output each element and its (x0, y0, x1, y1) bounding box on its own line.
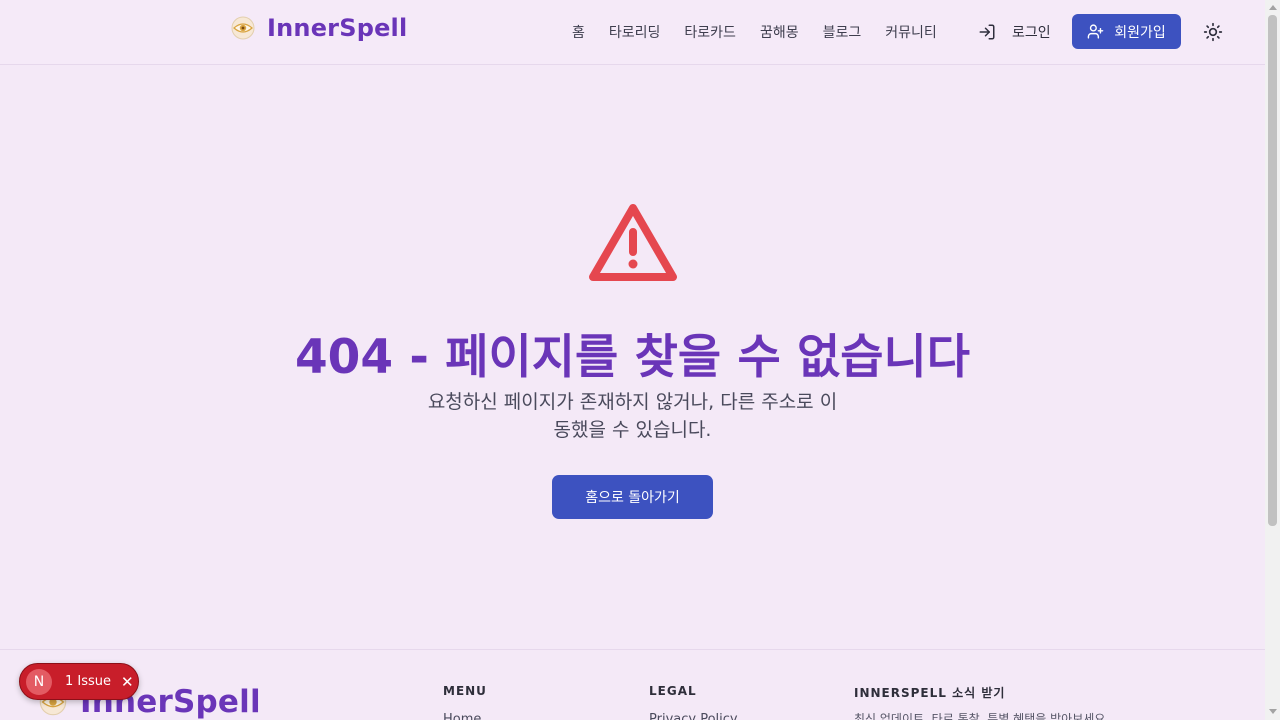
error-description: 요청하신 페이지가 존재하지 않거나, 다른 주소로 이 동했을 수 있습니다. (400, 388, 865, 444)
vertical-scrollbar[interactable] (1265, 0, 1280, 720)
site-header: InnerSpell 홈 타로리딩 타로카드 꿈해몽 블로그 커뮤니티 로그인 (0, 0, 1265, 65)
brand-name: InnerSpell (267, 14, 408, 42)
theme-toggle-button[interactable] (1203, 22, 1223, 42)
signup-label: 회원가입 (1114, 24, 1166, 41)
footer-menu-title: MENU (443, 684, 487, 698)
nav-item-tarot-reading[interactable]: 타로리딩 (597, 22, 673, 42)
eye-logo-icon (230, 15, 256, 41)
issue-count-label[interactable]: 1 Issue (65, 674, 111, 689)
close-icon[interactable]: ✕ (121, 673, 134, 691)
signup-button[interactable]: 회원가입 (1072, 14, 1181, 49)
scroll-down-arrow-icon[interactable] (1269, 709, 1277, 714)
nav-item-tarot-cards[interactable]: 타로카드 (672, 22, 748, 42)
dev-tools-avatar[interactable]: N (26, 668, 52, 695)
main-nav: 홈 타로리딩 타로카드 꿈해몽 블로그 커뮤니티 (560, 22, 949, 42)
nav-item-dream-interpretation[interactable]: 꿈해몽 (748, 22, 811, 42)
error-description-line1: 요청하신 페이지가 존재하지 않거나, 다른 주소로 이 (427, 391, 838, 413)
nav-item-community[interactable]: 커뮤니티 (873, 22, 949, 42)
error-description-line2: 동했을 수 있습니다. (553, 419, 712, 441)
login-icon (979, 24, 995, 40)
footer-newsletter-title: INNERSPELL 소식 받기 (854, 686, 1006, 700)
login-label: 로그인 (1012, 25, 1051, 41)
footer-newsletter-text: 최신 업데이트, 타로 통찰, 특별 혜택을 받아보세요. (854, 712, 1110, 720)
scrollbar-thumb[interactable] (1268, 15, 1277, 526)
site-footer: InnerSpell MENU Home LEGAL Privacy Polic… (0, 649, 1265, 720)
go-home-button[interactable]: 홈으로 돌아가기 (552, 475, 713, 519)
sun-icon (1203, 22, 1223, 42)
page: InnerSpell 홈 타로리딩 타로카드 꿈해몽 블로그 커뮤니티 로그인 (0, 0, 1265, 720)
warning-triangle-icon (587, 201, 679, 289)
scroll-up-arrow-icon[interactable] (1269, 5, 1277, 10)
page-title: 404 - 페이지를 찾을 수 없습니다 (294, 330, 971, 385)
footer-legal-title: LEGAL (649, 684, 697, 698)
login-button[interactable]: 로그인 (978, 22, 1051, 42)
dev-issues-badge[interactable]: N 1 Issue ✕ (19, 663, 139, 700)
nav-item-home[interactable]: 홈 (560, 22, 597, 42)
footer-link-privacy-policy[interactable]: Privacy Policy (649, 712, 738, 720)
nav-item-blog[interactable]: 블로그 (811, 22, 874, 42)
footer-link-home[interactable]: Home (443, 712, 481, 720)
brand-logo-link[interactable]: InnerSpell (230, 14, 407, 42)
user-plus-icon (1087, 24, 1104, 39)
